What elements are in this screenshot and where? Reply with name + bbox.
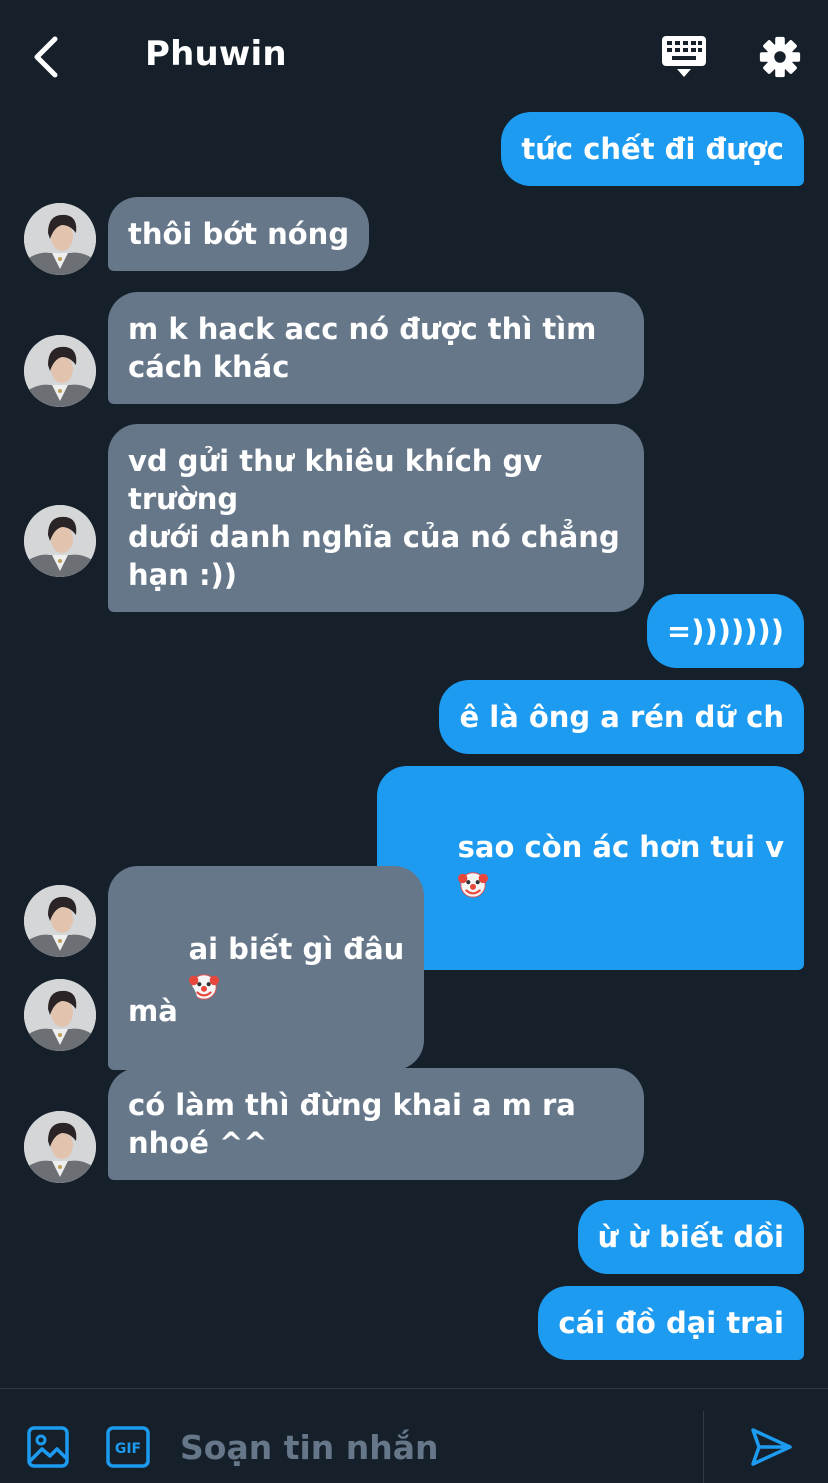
avatar[interactable] — [24, 1111, 96, 1183]
send-icon — [751, 1428, 792, 1466]
avatar[interactable] — [24, 979, 96, 1051]
message-bubble-sent[interactable]: sao còn ác hơn tui v — [377, 766, 804, 970]
keyboard-icon — [662, 36, 706, 77]
message-input[interactable] — [180, 1419, 680, 1475]
back-button[interactable] — [24, 30, 68, 84]
message-bubble-received[interactable]: vd gửi thư khiêu khích gv trường dưới da… — [108, 424, 644, 612]
profile-photo — [24, 1111, 96, 1183]
message-bubble-sent[interactable]: =))))))) — [646, 594, 804, 668]
profile-photo — [24, 203, 96, 275]
send-button[interactable] — [748, 1425, 794, 1469]
gear-icon — [759, 36, 801, 78]
clown-face-emoji — [457, 872, 488, 898]
message-text: ai biết gì đâu — [188, 932, 405, 966]
gif-label: GIF — [115, 1441, 141, 1457]
conversation-title[interactable]: Phuwin — [145, 34, 287, 74]
message-composer: GIF — [0, 1388, 828, 1483]
image-icon — [27, 1426, 69, 1468]
profile-photo — [24, 885, 96, 957]
conversation-header: Phuwin — [0, 0, 828, 110]
profile-photo — [24, 505, 96, 577]
dm-conversation-screen: Phuwin tức chết đi được thôi bớt nóng m … — [0, 0, 828, 1483]
keyboard-button[interactable] — [660, 34, 708, 80]
avatar[interactable] — [24, 885, 96, 957]
composer-divider — [703, 1411, 704, 1483]
avatar[interactable] — [24, 335, 96, 407]
add-gif-button[interactable]: GIF — [105, 1425, 151, 1469]
message-bubble-received[interactable]: có làm thì đừng khai a m ra nhoé ^^ — [108, 1068, 644, 1180]
message-bubble-sent[interactable]: ê là ông a rén dữ ch — [439, 680, 804, 754]
message-bubble-sent[interactable]: cái đồ dại trai — [538, 1286, 804, 1360]
settings-button[interactable] — [756, 34, 804, 80]
message-bubble-sent[interactable]: tức chết đi được — [501, 112, 804, 186]
avatar[interactable] — [24, 505, 96, 577]
message-bubble-received[interactable]: mà — [108, 974, 198, 1048]
message-bubble-received[interactable]: thôi bớt nóng — [108, 197, 370, 271]
profile-photo — [24, 335, 96, 407]
gif-icon: GIF — [106, 1426, 150, 1468]
chevron-left-icon — [34, 36, 58, 78]
profile-photo — [24, 979, 96, 1051]
message-bubble-sent[interactable]: ừ ừ biết dồi — [577, 1200, 804, 1274]
add-image-button[interactable] — [26, 1425, 70, 1469]
message-text: sao còn ác hơn tui v — [457, 830, 784, 864]
message-bubble-received[interactable]: m k hack acc nó được thì tìm cách khác — [108, 292, 644, 404]
avatar[interactable] — [24, 203, 96, 275]
